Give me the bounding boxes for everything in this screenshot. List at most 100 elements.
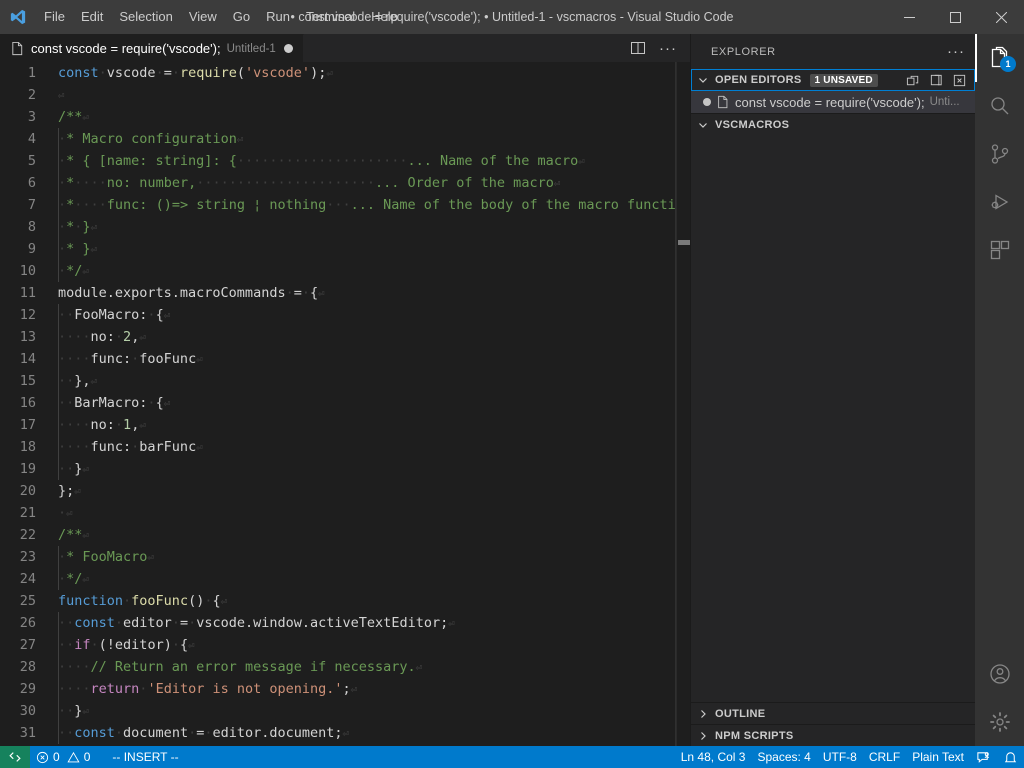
- code-line[interactable]: 11 module.exports.macroCommands·=·{⏎: [0, 282, 690, 304]
- code-editor[interactable]: 1 const·vscode·=·require('vscode');⏎ 2 ⏎ 3/*…: [0, 62, 690, 746]
- code-line[interactable]: 17 ····no:·1,⏎: [0, 414, 690, 436]
- line-content[interactable]: ··}⏎: [56, 458, 690, 480]
- line-content[interactable]: ··BarMacro:·{⏎: [56, 392, 690, 414]
- code-line[interactable]: 27 ··if·(!editor)·{⏎: [0, 634, 690, 656]
- line-content[interactable]: ··if·(!editor)·{⏎: [56, 634, 690, 656]
- cursor-position-status[interactable]: Ln 48, Col 3: [675, 746, 752, 768]
- activity-item-explorer[interactable]: 1: [975, 34, 1024, 82]
- code-line[interactable]: 15 ··},⏎: [0, 370, 690, 392]
- line-content[interactable]: ··FooMacro:·{⏎: [56, 304, 690, 326]
- code-line[interactable]: 1 const·vscode·=·require('vscode');⏎: [0, 62, 690, 84]
- remote-host-indicator[interactable]: [0, 746, 30, 768]
- code-line[interactable]: 28 ····// Return an error message if nece…: [0, 656, 690, 678]
- notifications-bell-icon[interactable]: [997, 746, 1024, 768]
- code-line[interactable]: 16 ··BarMacro:·{⏎: [0, 392, 690, 414]
- overview-ruler[interactable]: [676, 62, 690, 746]
- code-line[interactable]: 7 ·*····func: ()=> string ¦ nothing···...…: [0, 194, 690, 216]
- open-editors-header[interactable]: OPEN EDITORS 1 UNSAVED: [691, 69, 975, 91]
- menu-help[interactable]: Help: [363, 0, 406, 34]
- minimize-button[interactable]: [886, 0, 932, 34]
- line-content[interactable]: ····no:·2,⏎: [56, 326, 690, 348]
- line-content[interactable]: ··},⏎: [56, 370, 690, 392]
- code-line[interactable]: 10 ·*/⏎: [0, 260, 690, 282]
- line-content[interactable]: function·fooFunc()·{⏎: [56, 590, 690, 612]
- open-editor-row[interactable]: const vscode = require('vscode'); Unti..…: [691, 91, 975, 113]
- line-content[interactable]: ··const·document·=·editor.document;⏎: [56, 722, 690, 744]
- line-content[interactable]: ··}⏎: [56, 700, 690, 722]
- line-content[interactable]: ··const·editor·=·vscode.window.activeTex…: [56, 612, 690, 634]
- outline-header[interactable]: OUTLINE: [691, 702, 975, 724]
- code-line[interactable]: 31 ··const·document·=·editor.document;⏎: [0, 722, 690, 744]
- code-line[interactable]: 20};⏎: [0, 480, 690, 502]
- code-line[interactable]: 18 ····func:·barFunc⏎: [0, 436, 690, 458]
- line-content[interactable]: ·* }⏎: [56, 238, 690, 260]
- code-line[interactable]: 8 ·*·}⏎: [0, 216, 690, 238]
- line-content[interactable]: ·* FooMacro⏎: [56, 546, 690, 568]
- menu-go[interactable]: Go: [225, 0, 258, 34]
- line-content[interactable]: ·*·}⏎: [56, 216, 690, 238]
- line-content[interactable]: ·*/⏎: [56, 568, 690, 590]
- language-mode-status[interactable]: Plain Text: [906, 746, 970, 768]
- new-untitled-file-icon[interactable]: [903, 70, 923, 90]
- encoding-status[interactable]: UTF-8: [817, 746, 863, 768]
- activity-item-search[interactable]: [975, 82, 1024, 130]
- editor-tab[interactable]: const vscode = require('vscode'); Untitl…: [0, 34, 304, 62]
- code-line[interactable]: 21 ·⏎: [0, 502, 690, 524]
- line-content[interactable]: ·* Macro configuration⏎: [56, 128, 690, 150]
- code-line[interactable]: 24 ·*/⏎: [0, 568, 690, 590]
- line-content[interactable]: ····func:·fooFunc⏎: [56, 348, 690, 370]
- line-content[interactable]: };⏎: [56, 480, 690, 502]
- code-line[interactable]: 3 /**⏎: [0, 106, 690, 128]
- code-line[interactable]: 19 ··}⏎: [0, 458, 690, 480]
- folder-header[interactable]: VSCMACROS: [691, 113, 975, 135]
- maximize-button[interactable]: [932, 0, 978, 34]
- chevron-right-icon[interactable]: [695, 708, 711, 720]
- line-content[interactable]: const·vscode·=·require('vscode');⏎: [56, 62, 690, 84]
- code-line[interactable]: 6 ·*····no: number,······················…: [0, 172, 690, 194]
- line-content[interactable]: ·*/⏎: [56, 260, 690, 282]
- line-content[interactable]: ⏎: [56, 84, 690, 106]
- menu-view[interactable]: View: [181, 0, 225, 34]
- tab-dirty-indicator[interactable]: [283, 44, 293, 53]
- code-line[interactable]: 5 ·* { [name: string]: {·················…: [0, 150, 690, 172]
- line-content[interactable]: ·*····func: ()=> string ¦ nothing···... …: [56, 194, 690, 216]
- more-editor-actions-icon[interactable]: ···: [654, 34, 682, 62]
- code-line[interactable]: 25 function·fooFunc()·{⏎: [0, 590, 690, 612]
- close-all-editors-icon[interactable]: [949, 70, 969, 90]
- line-content[interactable]: /**⏎: [56, 524, 690, 546]
- activity-item-run-and-debug[interactable]: [975, 178, 1024, 226]
- line-content[interactable]: ·* { [name: string]: {··················…: [56, 150, 690, 172]
- line-content[interactable]: ····// Return an error message if necess…: [56, 656, 690, 678]
- line-content[interactable]: ····return·'Editor is not opening.';⏎: [56, 678, 690, 700]
- problems-status[interactable]: 0 0: [30, 746, 96, 768]
- activity-item-account[interactable]: [975, 650, 1024, 698]
- code-line[interactable]: 9 ·* }⏎: [0, 238, 690, 260]
- line-content[interactable]: /**⏎: [56, 106, 690, 128]
- menu-terminal[interactable]: Terminal: [298, 0, 363, 34]
- close-button[interactable]: [978, 0, 1024, 34]
- activity-item-settings[interactable]: [975, 698, 1024, 746]
- code-line[interactable]: 26 ··const·editor·=·vscode.window.activeT…: [0, 612, 690, 634]
- line-content[interactable]: ·⏎: [56, 502, 690, 524]
- chevron-right-icon[interactable]: [695, 730, 711, 742]
- indentation-status[interactable]: Spaces: 4: [751, 746, 816, 768]
- eol-status[interactable]: CRLF: [863, 746, 906, 768]
- line-content[interactable]: ·*····no: number,······················.…: [56, 172, 690, 194]
- feedback-icon[interactable]: [970, 746, 997, 768]
- chevron-down-icon[interactable]: [695, 119, 711, 131]
- activity-item-extensions[interactable]: [975, 226, 1024, 274]
- sidebar-more-actions-icon[interactable]: ···: [947, 43, 965, 60]
- line-content[interactable]: ····no:·1,⏎: [56, 414, 690, 436]
- vim-mode-status[interactable]: -- INSERT --: [106, 746, 184, 768]
- unsaved-dot-icon[interactable]: [703, 98, 711, 106]
- code-line[interactable]: 14 ····func:·fooFunc⏎: [0, 348, 690, 370]
- code-line[interactable]: 13 ····no:·2,⏎: [0, 326, 690, 348]
- code-line[interactable]: 4 ·* Macro configuration⏎: [0, 128, 690, 150]
- line-content[interactable]: module.exports.macroCommands·=·{⏎: [56, 282, 690, 304]
- code-line[interactable]: 2 ⏎: [0, 84, 690, 106]
- split-editor-icon[interactable]: [926, 70, 946, 90]
- split-editor-icon[interactable]: [624, 34, 652, 62]
- menu-selection[interactable]: Selection: [111, 0, 180, 34]
- folder-tree[interactable]: [691, 135, 975, 702]
- activity-item-source-control[interactable]: [975, 130, 1024, 178]
